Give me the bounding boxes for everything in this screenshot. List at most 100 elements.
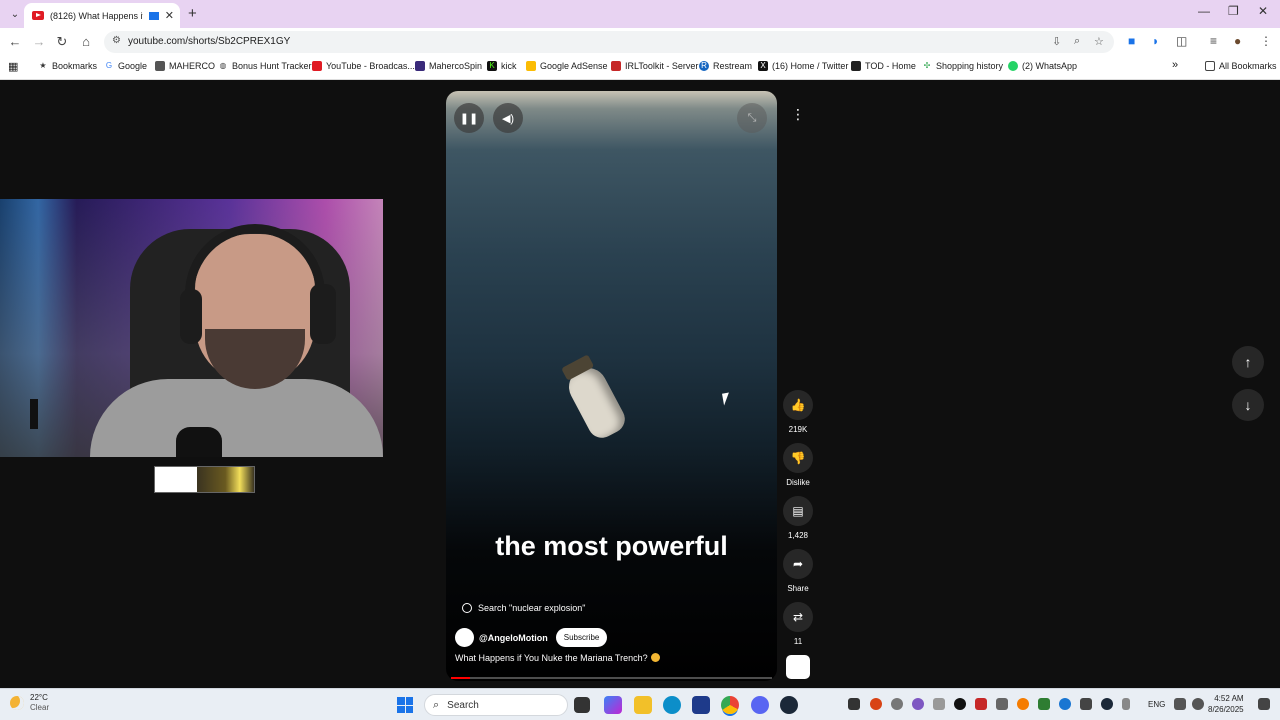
more-options-icon[interactable]: ⋮	[786, 102, 810, 126]
site-info-icon[interactable]: ⚙	[112, 35, 121, 46]
remix-button[interactable]: ⇄ 11	[783, 602, 813, 646]
volume-icon[interactable]	[1192, 698, 1204, 710]
youtube-favicon-icon	[32, 11, 44, 20]
progress-fill	[451, 677, 471, 679]
channel-avatar[interactable]	[455, 628, 474, 647]
network-icon[interactable]	[1174, 698, 1186, 710]
address-bar[interactable]: ⚙ youtube.com/shorts/Sb2CPREX1GY ⇩ ⌕ ☆	[104, 31, 1114, 53]
folder-icon	[1205, 61, 1215, 71]
bookmark-youtube-broadcast[interactable]: YouTube - Broadcas...	[312, 61, 415, 71]
previous-short-arrow-icon[interactable]: ↑	[1232, 346, 1264, 378]
extensions-puzzle-icon[interactable]: ◫	[1176, 34, 1187, 48]
tab-close-icon[interactable]: ✕	[165, 9, 174, 22]
tray-green-icon[interactable]	[1038, 698, 1050, 710]
tab-search-chevron-icon[interactable]: ⌄	[6, 5, 24, 23]
tray-app-icon[interactable]	[848, 698, 860, 710]
discord-icon[interactable]	[751, 696, 769, 714]
restore-icon[interactable]: ❐	[1228, 4, 1239, 18]
reload-icon[interactable]: ↻	[53, 33, 71, 51]
install-app-icon[interactable]: ⇩	[1052, 35, 1061, 48]
tab-media-indicator-icon[interactable]	[148, 11, 159, 20]
star-icon: ★	[39, 61, 47, 70]
windows-start-icon[interactable]	[397, 697, 413, 713]
comment-icon: ▤	[783, 496, 813, 526]
bluetooth-icon[interactable]	[1059, 698, 1071, 710]
taskbar-search[interactable]: ⌕ Search	[424, 694, 568, 716]
bookmark-twitter[interactable]: X (16) Home / Twitter	[758, 61, 848, 71]
profile-avatar-icon[interactable]: ●	[1234, 34, 1241, 48]
bookmark-bookmarks[interactable]: ★ Bookmarks	[38, 61, 97, 71]
bookmark-bonus-hunt[interactable]: ◍ Bonus Hunt Tracker	[218, 61, 312, 71]
bookmark-kick[interactable]: Kkick	[487, 61, 517, 71]
share-button[interactable]: ➦ Share	[783, 549, 813, 593]
tray-orange-icon[interactable]	[1017, 698, 1029, 710]
search-icon	[462, 603, 472, 613]
browser-tab-active[interactable]: (8126) What Happens if Yo... ✕	[24, 3, 180, 28]
bookmark-tod-home[interactable]: TOD - Home	[851, 61, 916, 71]
sound-thumbnail[interactable]	[786, 655, 810, 679]
media-controls-icon[interactable]: ≡	[1210, 34, 1217, 48]
copilot-icon[interactable]	[604, 696, 622, 714]
bookmark-whatsapp[interactable]: (2) WhatsApp	[1008, 61, 1077, 71]
tray-steam-icon[interactable]	[1101, 698, 1113, 710]
tray-dark-icon[interactable]	[1080, 698, 1092, 710]
tray-circle-icon[interactable]	[891, 698, 903, 710]
channel-name[interactable]: @AngeloMotion	[479, 633, 548, 643]
all-bookmarks-folder[interactable]: All Bookmarks	[1205, 61, 1277, 71]
file-explorer-icon[interactable]	[634, 696, 652, 714]
tray-red-icon[interactable]	[975, 698, 987, 710]
next-short-arrow-icon[interactable]: ↓	[1232, 389, 1264, 421]
tray-battery-icon[interactable]	[996, 698, 1008, 710]
store-icon[interactable]	[692, 696, 710, 714]
minimize-icon[interactable]: —	[1198, 4, 1210, 18]
tray-kick-icon[interactable]	[954, 698, 966, 710]
zoom-icon[interactable]: ⌕	[1074, 35, 1080, 48]
tray-gear-icon[interactable]	[933, 698, 945, 710]
microphone-icon[interactable]	[1122, 698, 1130, 710]
browser-menu-icon[interactable]: ⋮	[1260, 34, 1272, 48]
shorts-player[interactable]: ❚❚ ◀) ⤡ the most powerful Search "nuclea…	[446, 91, 777, 681]
language-indicator[interactable]: ENG	[1148, 700, 1165, 709]
volume-button[interactable]: ◀)	[493, 103, 523, 133]
bookmark-adsense[interactable]: Google AdSense	[526, 61, 608, 71]
fullscreen-exit-button[interactable]: ⤡	[737, 103, 767, 133]
new-tab-button[interactable]: +	[188, 5, 197, 22]
bookmark-star-icon[interactable]: ☆	[1094, 35, 1104, 48]
extension-badge-icon[interactable]: ■	[1128, 34, 1135, 48]
search-icon: ⌕	[433, 698, 440, 711]
bookmark-google[interactable]: G Google	[104, 61, 147, 71]
extension-wave-icon[interactable]: ◗	[1152, 34, 1159, 48]
bookmark-mahercospin[interactable]: MahercoSpin	[415, 61, 482, 71]
home-icon[interactable]: ⌂	[77, 33, 95, 51]
back-arrow-icon[interactable]: ←	[6, 33, 24, 51]
apps-grid-icon[interactable]: ▦	[8, 60, 18, 73]
bookmark-irltoolkit[interactable]: IRLToolkit - Server	[611, 61, 698, 71]
chrome-icon[interactable]	[721, 696, 739, 714]
progress-bar[interactable]	[451, 677, 772, 679]
system-clock[interactable]: 4:52 AM 8/26/2025	[1208, 693, 1244, 715]
forward-arrow-icon[interactable]: →	[30, 33, 48, 51]
bookmark-restream[interactable]: R Restream	[699, 61, 752, 71]
url-text[interactable]: youtube.com/shorts/Sb2CPREX1GY	[128, 36, 290, 47]
shopping-icon: ✣	[923, 61, 931, 70]
pause-button[interactable]: ❚❚	[454, 103, 484, 133]
dislike-button[interactable]: 👎 Dislike	[783, 443, 813, 487]
task-view-icon[interactable]	[574, 697, 590, 713]
comments-button[interactable]: ▤ 1,428	[783, 496, 813, 540]
close-window-icon[interactable]: ✕	[1258, 4, 1268, 18]
like-button[interactable]: 👍 219K	[783, 390, 813, 434]
bookmark-maherco[interactable]: MAHERCO	[155, 61, 215, 71]
steam-icon[interactable]	[780, 696, 798, 714]
video-title[interactable]: What Happens if You Nuke the Mariana Tre…	[455, 653, 660, 663]
more-bookmarks-chevron-icon[interactable]: »	[1172, 59, 1178, 71]
weather-widget[interactable]: 22°C Clear	[10, 693, 49, 713]
thumbs-up-icon: 👍	[783, 390, 813, 420]
notification-icon[interactable]	[1258, 698, 1270, 710]
subscribe-button[interactable]: Subscribe	[555, 628, 608, 647]
edge-icon[interactable]	[663, 696, 681, 714]
remix-count: 11	[793, 637, 803, 646]
bookmark-shopping-history[interactable]: ✣ Shopping history	[922, 61, 1003, 71]
tray-purple-icon[interactable]	[912, 698, 924, 710]
tray-record-icon[interactable]	[870, 698, 882, 710]
search-suggestion-link[interactable]: Search "nuclear explosion"	[462, 603, 585, 613]
